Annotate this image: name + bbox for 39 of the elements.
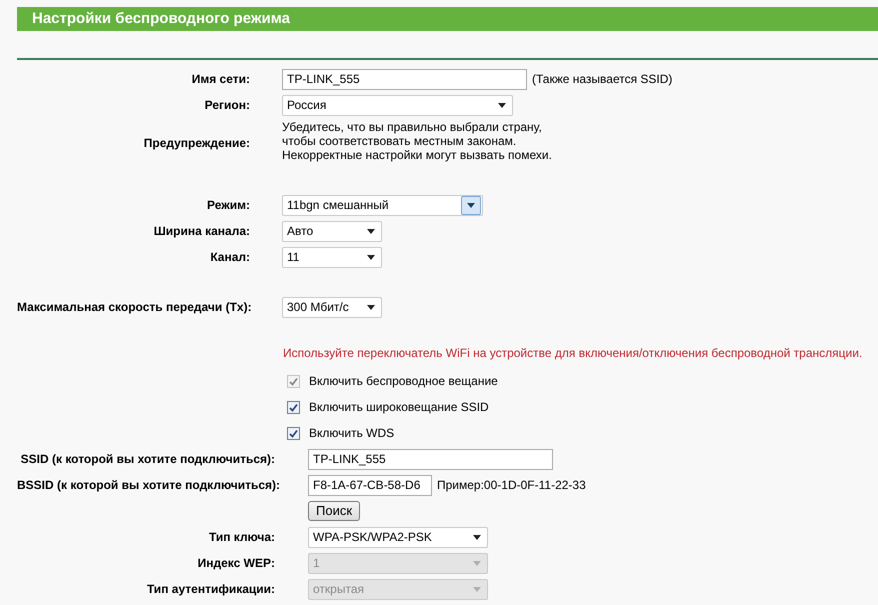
checkbox-label: Включить широковещание SSID <box>309 399 489 416</box>
caret-icon <box>473 560 481 566</box>
field-label: Максимальная скорость передачи (Tx): <box>17 299 250 316</box>
field-label: Ширина канала: <box>152 223 250 240</box>
caret-icon <box>367 228 375 234</box>
warning-text: Убедитесь, что вы правильно выбрали страну, чтобы соответствовать местным законам. Некорректные настройки могут вызвать помехи. <box>282 119 552 164</box>
search-button[interactable]: Поиск <box>308 501 360 521</box>
field-label: Регион: <box>204 97 250 114</box>
checkbox-label: Включить WDS <box>309 425 394 442</box>
dropdown[interactable]: 11bgn смешанный <box>282 194 483 216</box>
checkbox[interactable] <box>287 426 300 440</box>
checkbox-label: Включить беспроводное вещание <box>309 373 498 390</box>
caret-icon <box>473 586 481 592</box>
dropdown[interactable]: Авто <box>282 220 382 242</box>
field-label: Предупреждение: <box>142 135 250 152</box>
text-field[interactable]: F8-1A-67-CB-58-D6 <box>308 474 432 496</box>
dropdown[interactable]: 300 Мбит/с <box>282 296 382 318</box>
hint-text: (Также называется SSID) <box>532 71 672 88</box>
caret-icon <box>367 304 375 310</box>
caret-icon <box>498 102 506 108</box>
notice-text: Используйте переключатель WiFi на устройстве для включения/отключения беспроводной трансляции. <box>283 345 864 362</box>
caret-icon <box>467 202 475 208</box>
text-field[interactable]: TP-LINK_555 <box>308 448 553 470</box>
field-label: SSID (к которой вы хотите подключиться): <box>20 451 275 468</box>
field-label: Тип аутентификации: <box>146 581 275 598</box>
caret-icon <box>367 254 375 260</box>
dropdown[interactable]: Россия <box>282 94 513 116</box>
caret-icon <box>473 534 481 540</box>
dropdown[interactable]: 11 <box>282 246 382 268</box>
page-title: Настройки беспроводного режима <box>17 7 878 31</box>
field-label: Индекс WEP: <box>196 555 275 572</box>
field-label: Канал: <box>209 249 250 266</box>
text-field[interactable]: TP-LINK_555 <box>282 68 527 90</box>
hint-text: Пример:00-1D-0F-11-22-33 <box>437 477 586 494</box>
field-label: Режим: <box>206 197 250 214</box>
checkbox[interactable] <box>287 400 300 414</box>
dropdown[interactable]: WPA-PSK/WPA2-PSK <box>308 526 488 548</box>
field-label: Тип ключа: <box>208 529 275 546</box>
field-label: Имя сети: <box>190 71 250 88</box>
